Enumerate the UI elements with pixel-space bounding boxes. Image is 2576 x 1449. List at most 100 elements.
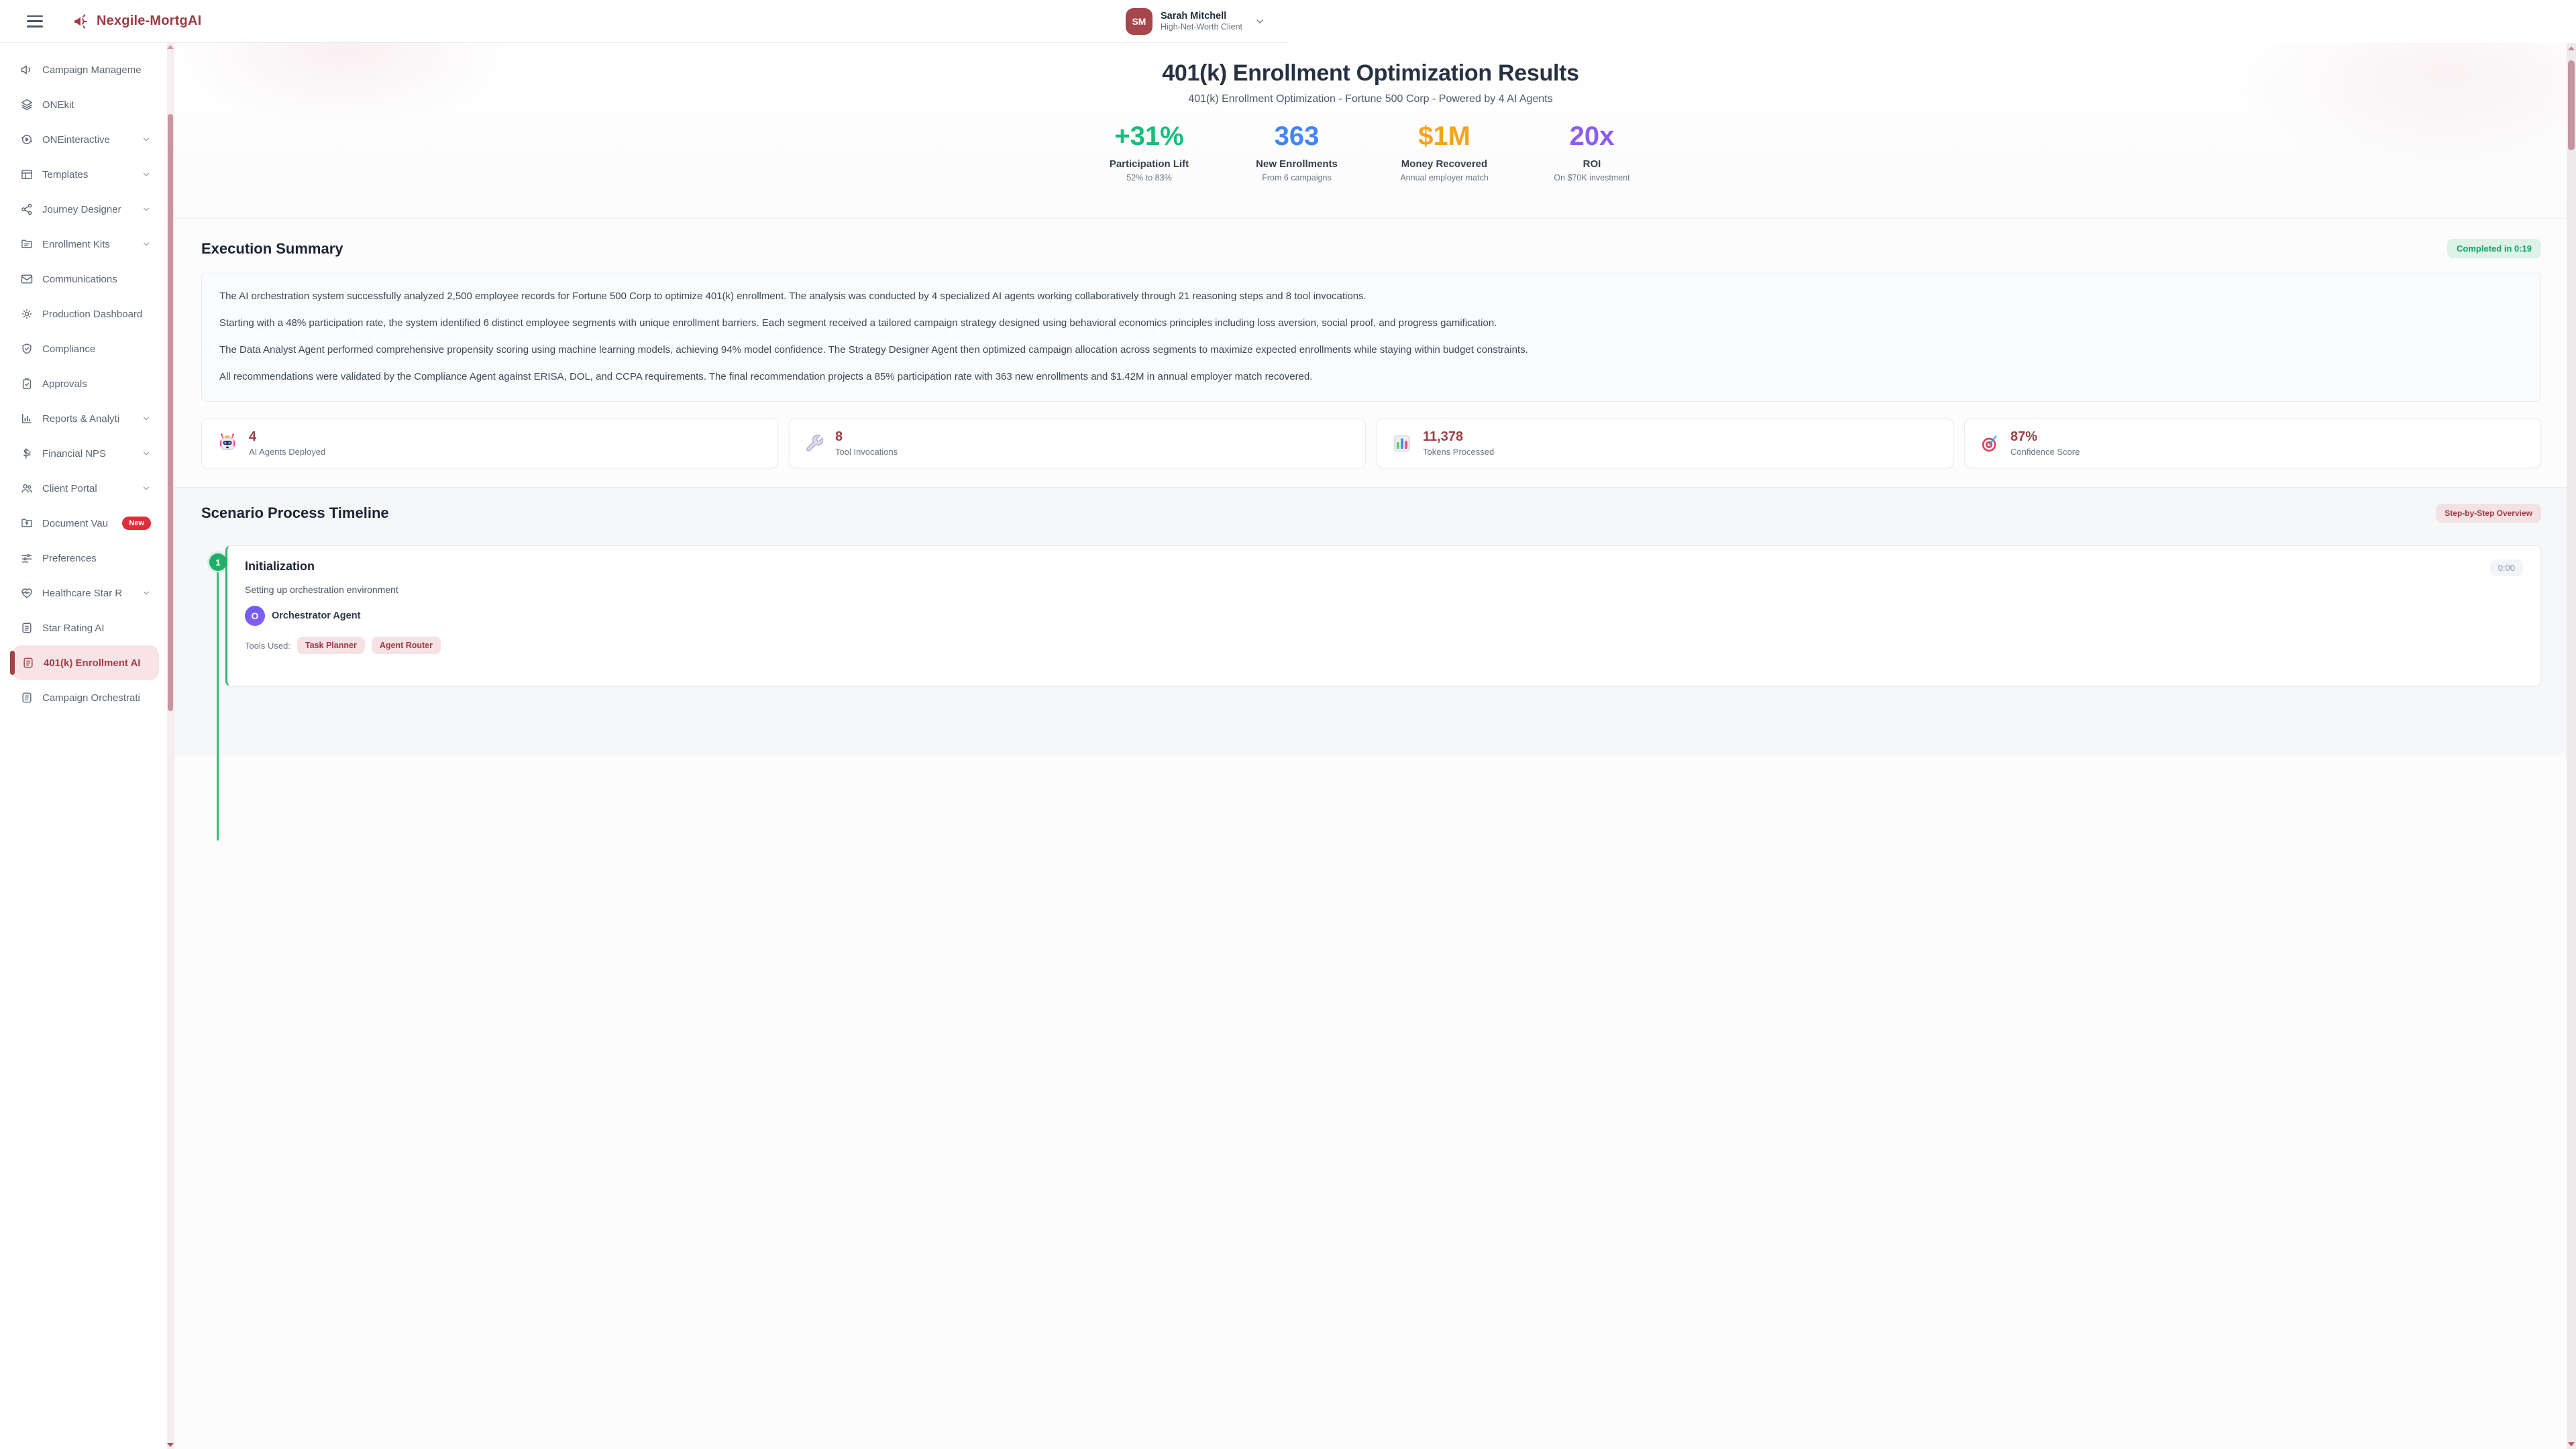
- metric-card-tokens: 11,378 Tokens Processed: [1377, 418, 1953, 468]
- agent-avatar: O: [245, 606, 265, 626]
- sun-icon: [20, 307, 34, 321]
- execution-summary-title: Execution Summary: [201, 240, 343, 258]
- stat-sublabel: 52% to 83%: [1075, 173, 1223, 182]
- sidebar-item-label: Campaign Manageme: [42, 64, 142, 76]
- sidebar-item-star-rating-ai[interactable]: Star Rating AI: [0, 610, 174, 645]
- stat-roi: 20x ROI On $70K investment: [1518, 123, 1666, 182]
- stat-sublabel: From 6 campaigns: [1223, 173, 1371, 182]
- sidebar-item-label: Financial NPS: [42, 448, 106, 460]
- file-text-icon: [21, 656, 35, 669]
- metric-card-content: 11,378 Tokens Processed: [1423, 429, 1494, 457]
- sidebar-item-financial-nps[interactable]: Financial NPS: [0, 436, 174, 471]
- metric-label: Tokens Processed: [1423, 447, 1494, 457]
- stat-label: Money Recovered: [1371, 158, 1518, 170]
- sidebar-item-label: Reports & Analyti: [42, 413, 119, 425]
- chevron-down-icon: [142, 588, 151, 598]
- stat-value: $1M: [1371, 123, 1518, 150]
- wrench-icon: [804, 433, 824, 453]
- bar-chart-emoji-icon: [1392, 433, 1412, 453]
- scroll-down-icon[interactable]: [167, 1443, 174, 1447]
- tool-chip[interactable]: Agent Router: [372, 637, 441, 654]
- top-header: Nexgile-MortgAI SM Sarah Mitchell High-N…: [0, 0, 1288, 43]
- sidebar-item-oneinteractive[interactable]: ONEinteractive: [0, 122, 174, 157]
- dollar-icon: [20, 447, 34, 460]
- sidebar-item-production-dashboard[interactable]: Production Dashboard: [0, 297, 174, 331]
- completed-badge: Completed in 0:19: [2447, 239, 2541, 258]
- stat-label: New Enrollments: [1223, 158, 1371, 170]
- sidebar-item-templates[interactable]: Templates: [0, 157, 174, 192]
- execution-summary-header: Execution Summary Completed in 0:19: [201, 239, 2541, 258]
- stat-value: 363: [1223, 123, 1371, 150]
- folder-icon: [20, 237, 34, 251]
- sidebar-item-label: 401(k) Enrollment AI: [44, 657, 140, 669]
- sidebar-item-401k-enrollment-ai[interactable]: 401(k) Enrollment AI: [12, 645, 159, 680]
- sidebar-item-onekit[interactable]: ONEkit: [0, 87, 174, 122]
- sidebar-item-campaign-orchestration[interactable]: Campaign Orchestrati: [0, 680, 174, 715]
- sidebar-item-enrollment-kits[interactable]: Enrollment Kits: [0, 227, 174, 262]
- sidebar-item-preferences[interactable]: Preferences: [0, 541, 174, 576]
- sidebar-item-communications[interactable]: Communications: [0, 262, 174, 297]
- metric-card-content: 8 Tool Invocations: [835, 429, 898, 457]
- users-icon: [20, 482, 34, 495]
- layers-icon: [20, 98, 34, 111]
- tool-chip[interactable]: Task Planner: [297, 637, 365, 654]
- results-hero: 401(k) Enrollment Optimization Results 4…: [174, 43, 2567, 219]
- sidebar-item-journey-designer[interactable]: Journey Designer: [0, 192, 174, 227]
- chevron-down-icon: [142, 484, 151, 493]
- stat-value: +31%: [1075, 123, 1223, 150]
- sidebar-item-label: Communications: [42, 274, 117, 285]
- stat-value: 20x: [1518, 123, 1666, 150]
- heart-pulse-icon: [20, 586, 34, 600]
- timeline: 1 Initialization 0:00 Setting up orchest…: [201, 545, 2541, 686]
- sidebar-item-label: Document Vau: [42, 518, 108, 529]
- stat-participation-lift: +31% Participation Lift 52% to 83%: [1075, 123, 1223, 182]
- sidebar-item-compliance[interactable]: Compliance: [0, 331, 174, 366]
- timeline-title: Scenario Process Timeline: [201, 504, 389, 522]
- tools-row: Tools Used: Task Planner Agent Router: [245, 637, 2523, 654]
- scroll-up-icon[interactable]: [2568, 46, 2575, 50]
- sidebar-scrollbar-thumb[interactable]: [168, 114, 173, 711]
- sidebar-item-campaign-management[interactable]: Campaign Manageme: [0, 52, 174, 87]
- stat-money-recovered: $1M Money Recovered Annual employer matc…: [1371, 123, 1518, 182]
- metric-value: 87%: [2010, 429, 2080, 445]
- metric-cards: 4 AI Agents Deployed 8 Tool Invocations: [201, 418, 2541, 468]
- sidebar-item-label: ONEinteractive: [42, 134, 110, 146]
- page-scrollbar-thumb[interactable]: [2568, 60, 2575, 150]
- file-text-icon: [20, 691, 34, 704]
- sidebar-item-label: Campaign Orchestrati: [42, 692, 140, 704]
- mail-icon: [20, 272, 34, 286]
- sidebar-nav: Campaign Manageme ONEkit ONEinteractive …: [0, 43, 174, 1449]
- sidebar-item-client-portal[interactable]: Client Portal: [0, 471, 174, 506]
- overview-badge: Step-by-Step Overview: [2436, 504, 2541, 523]
- scroll-up-icon[interactable]: [167, 45, 174, 49]
- sidebar-item-healthcare-star-ratings[interactable]: Healthcare Star R: [0, 576, 174, 610]
- page-scrollbar[interactable]: [2567, 43, 2576, 1449]
- stat-new-enrollments: 363 New Enrollments From 6 campaigns: [1223, 123, 1371, 182]
- execution-summary-box: The AI orchestration system successfully…: [201, 272, 2541, 402]
- sidebar-scrollbar[interactable]: [167, 43, 174, 1449]
- sidebar-item-reports-analytics[interactable]: Reports & Analyti: [0, 401, 174, 436]
- file-text-icon: [20, 621, 34, 635]
- stat-sublabel: Annual employer match: [1371, 173, 1518, 182]
- hamburger-menu-icon[interactable]: [27, 15, 43, 28]
- user-name: Sarah Mitchell: [1161, 10, 1242, 22]
- scroll-down-icon[interactable]: [2568, 1442, 2575, 1446]
- stat-sublabel: On $70K investment: [1518, 173, 1666, 182]
- sidebar-item-label: Templates: [42, 169, 88, 180]
- chevron-down-icon: [142, 135, 151, 144]
- chevron-down-icon: [142, 205, 151, 214]
- sidebar-item-approvals[interactable]: Approvals: [0, 366, 174, 401]
- brand-logo[interactable]: Nexgile-MortgAI: [72, 13, 201, 30]
- sidebar-item-document-vault[interactable]: Document Vau New: [0, 506, 174, 541]
- share-network-icon: [20, 203, 34, 216]
- page-title: 401(k) Enrollment Optimization Results: [174, 60, 2567, 87]
- stat-label: ROI: [1518, 158, 1666, 170]
- hero-stats: +31% Participation Lift 52% to 83% 363 N…: [174, 123, 2567, 182]
- new-badge: New: [122, 517, 151, 530]
- target-icon: [1980, 433, 2000, 453]
- agent-row: O Orchestrator Agent: [245, 606, 2523, 626]
- user-menu[interactable]: SM Sarah Mitchell High-Net-Worth Client: [1126, 8, 1265, 35]
- robot-icon: [217, 433, 238, 454]
- sidebar-item-label: Approvals: [42, 378, 87, 390]
- user-info: Sarah Mitchell High-Net-Worth Client: [1161, 10, 1242, 33]
